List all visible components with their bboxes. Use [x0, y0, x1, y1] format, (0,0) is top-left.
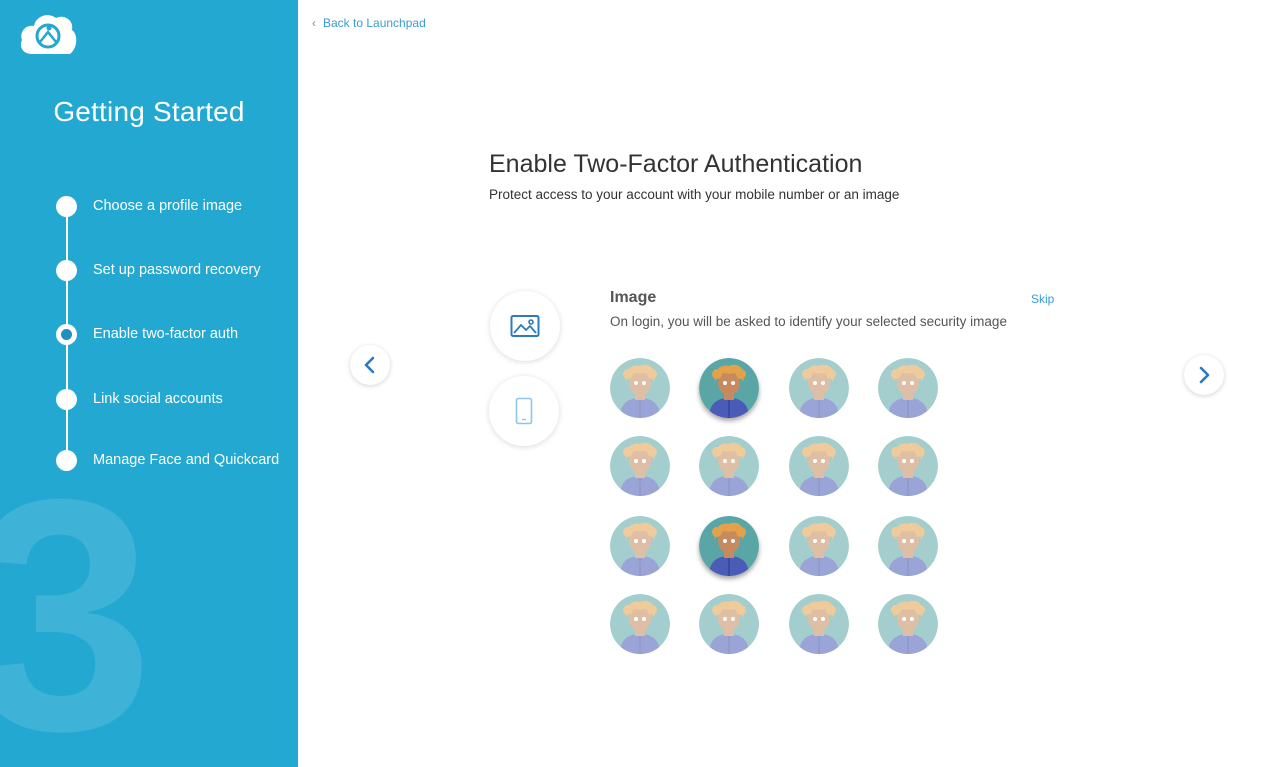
avatar-face-icon: [789, 358, 849, 418]
security-image-avatar[interactable]: [610, 516, 670, 576]
security-image-avatar[interactable]: [878, 358, 938, 418]
step-label: Choose a profile image: [93, 198, 243, 214]
next-button[interactable]: [1184, 355, 1224, 395]
security-image-avatar[interactable]: [610, 358, 670, 418]
security-image-avatar[interactable]: [610, 436, 670, 496]
security-image-avatar[interactable]: [699, 358, 759, 418]
avatar-face-icon: [610, 358, 670, 418]
step-choose-profile-image[interactable]: Choose a profile image: [56, 195, 242, 217]
step-label: Link social accounts: [93, 391, 223, 407]
security-image-avatar[interactable]: [789, 594, 849, 654]
back-link-label: Back to Launchpad: [323, 16, 426, 30]
page-title: Enable Two-Factor Authentication: [489, 150, 863, 178]
sidebar: Getting Started Choose a profile image S…: [0, 0, 298, 767]
avatar-face-icon: [610, 436, 670, 496]
section-title: Image: [610, 289, 657, 306]
image-method-button[interactable]: [490, 291, 560, 361]
sidebar-title: Getting Started: [53, 96, 245, 127]
avatar-face-icon: [878, 594, 938, 654]
avatar-face-icon: [610, 516, 670, 576]
section-description: On login, you will be asked to identify …: [610, 314, 1007, 329]
page-subtitle: Protect access to your account with your…: [489, 187, 900, 202]
step-indicator-active: [56, 323, 77, 345]
step-label: Enable two-factor auth: [93, 326, 239, 342]
back-to-launchpad-link[interactable]: ‹ Back to Launchpad: [312, 16, 426, 30]
avatar-face-icon: [878, 516, 938, 576]
security-image-avatar[interactable]: [610, 594, 670, 654]
step-indicator: [56, 259, 77, 281]
mobile-method-button[interactable]: [489, 376, 559, 446]
avatar-face-icon: [699, 516, 759, 576]
skip-link[interactable]: Skip: [1031, 292, 1054, 306]
step-number-watermark: 3: [0, 430, 154, 767]
security-image-avatar[interactable]: [878, 594, 938, 654]
avatar-face-icon: [789, 516, 849, 576]
avatar-face-icon: [878, 436, 938, 496]
avatar-face-icon: [878, 358, 938, 418]
step-enable-two-factor-auth[interactable]: Enable two-factor auth: [56, 323, 238, 345]
avatar-face-icon: [699, 358, 759, 418]
step-set-up-password-recovery[interactable]: Set up password recovery: [56, 259, 261, 281]
image-icon: [510, 315, 540, 337]
security-image-grid: [610, 358, 950, 658]
security-image-avatar[interactable]: [789, 436, 849, 496]
mobile-phone-icon: [515, 397, 533, 425]
step-link-social-accounts[interactable]: Link social accounts: [56, 388, 223, 410]
security-image-avatar[interactable]: [789, 516, 849, 576]
security-image-avatar[interactable]: [789, 358, 849, 418]
avatar-face-icon: [789, 436, 849, 496]
security-image-avatar[interactable]: [699, 436, 759, 496]
avatar-face-icon: [610, 594, 670, 654]
security-image-avatar[interactable]: [878, 436, 938, 496]
chevron-right-icon: [1199, 366, 1210, 384]
previous-button[interactable]: [350, 345, 390, 385]
avatar-face-icon: [699, 436, 759, 496]
step-indicator: [56, 195, 77, 217]
security-image-avatar[interactable]: [878, 516, 938, 576]
security-image-avatar[interactable]: [699, 516, 759, 576]
step-label: Set up password recovery: [93, 262, 261, 278]
app-logo[interactable]: [18, 12, 78, 56]
chevron-left-icon: ‹: [312, 16, 316, 30]
avatar-face-icon: [699, 594, 759, 654]
step-indicator: [56, 388, 77, 410]
security-image-avatar[interactable]: [699, 594, 759, 654]
avatar-face-icon: [789, 594, 849, 654]
chevron-left-icon: [364, 356, 375, 374]
